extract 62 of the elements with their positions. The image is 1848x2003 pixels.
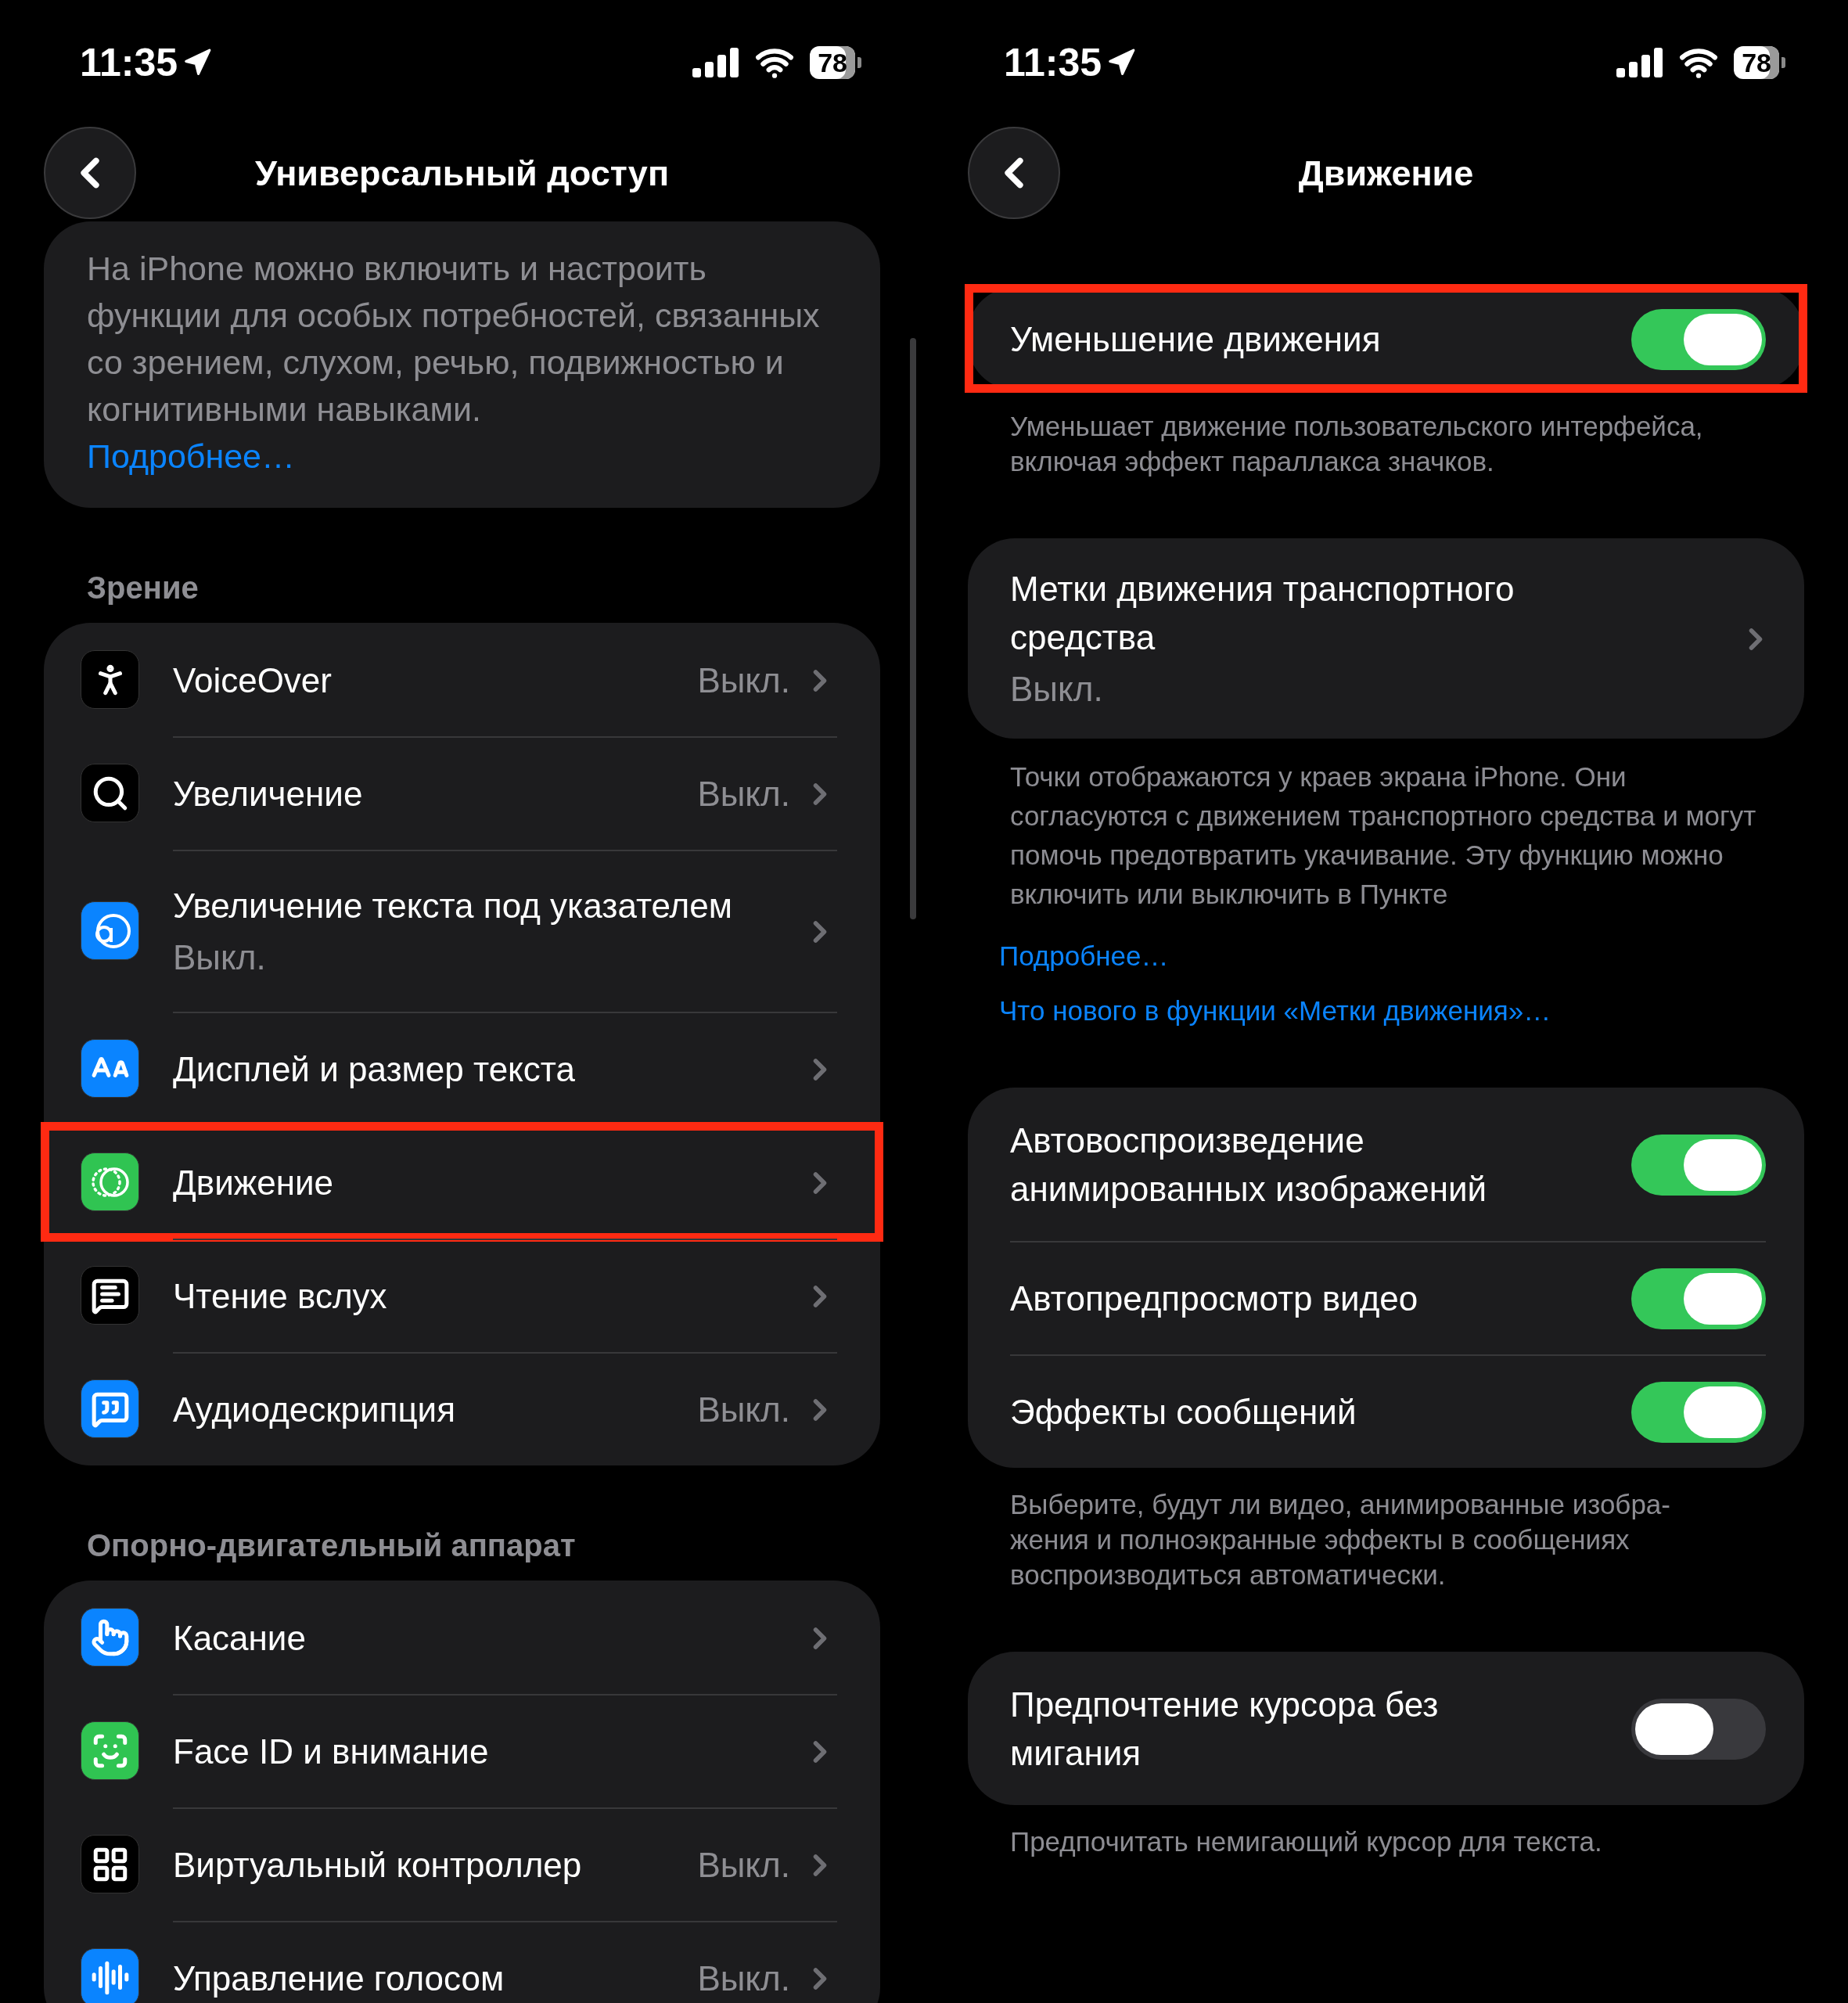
row-label: Предпочтение курсора без мигания bbox=[1010, 1685, 1440, 1774]
footer-note: Предпочитать немигающий курсор для текста. bbox=[1009, 1825, 1603, 1858]
settings-row[interactable]: Увеличение текста под указателем Выкл. bbox=[44, 850, 880, 1012]
signal-bars-icon bbox=[1616, 48, 1664, 77]
row-label: Face ID и внимание bbox=[173, 1731, 490, 1772]
intro-description: На iPhone можно включить и настроить функции для особых потребностей, связанных со зрением, слухом, речью, подвижностью и когнитивными навыками. bbox=[87, 249, 821, 430]
row-label: Аудиодескрипция bbox=[173, 1389, 457, 1430]
location-arrow-icon bbox=[182, 48, 213, 77]
row-value: Выкл. bbox=[697, 1844, 790, 1886]
battery-indicator: 78 bbox=[1734, 46, 1785, 79]
row-label: Движение bbox=[173, 1162, 334, 1203]
row-label: Увеличение bbox=[173, 773, 364, 815]
row-label: Уменьшение движения bbox=[1010, 318, 1382, 360]
row-label: Чтение вслух bbox=[173, 1275, 388, 1317]
footer-note: Точки отображаются у краев экрана iPhone. Они согласуются с движением транспортного средства и могут помочь предотвратить укачивание. Эту функцию можно включить или выключить в Пункте bbox=[1009, 761, 1757, 911]
row-value: Выкл. bbox=[173, 937, 267, 978]
row-label: Касание bbox=[173, 1617, 307, 1659]
footer-note: Выберите, будут ли видео, анимированные изобра- жения и полноэкранные эффекты в сообщениях воспроизводиться автоматически. bbox=[1009, 1488, 1671, 1591]
row-label: Автовоспроизведение анимированных изображений bbox=[1010, 1120, 1488, 1210]
row-label: VoiceOver bbox=[173, 660, 333, 701]
settings-row[interactable]: Чтение вслух bbox=[44, 1239, 880, 1352]
row-value: Выкл. bbox=[697, 1389, 790, 1430]
battery-indicator: 78 bbox=[810, 46, 861, 79]
footer-note: Уменьшает движение пользовательского интерфейса, включая эффект параллакса значков. bbox=[1009, 410, 1704, 478]
screen-title: Движение bbox=[1298, 153, 1474, 194]
info-link[interactable]: Что нового в функции «Метки движения»… bbox=[999, 994, 1773, 1028]
row-label: Эффекты сообщений bbox=[1010, 1391, 1357, 1433]
settings-row[interactable]: Автовоспроизведение анимированных изображений bbox=[968, 1088, 1804, 1241]
section-header: Зрение bbox=[86, 570, 200, 606]
row-value: Выкл. bbox=[697, 773, 790, 815]
settings-row[interactable]: Уменьшение движения bbox=[968, 287, 1804, 390]
signal-bars-icon bbox=[692, 48, 740, 77]
settings-row[interactable]: Касание bbox=[44, 1580, 880, 1694]
row-label: Виртуальный контроллер bbox=[173, 1844, 583, 1886]
settings-row[interactable]: Автопредпросмотр видео bbox=[968, 1241, 1804, 1354]
row-label: Метки движения транспортного средства bbox=[1010, 569, 1515, 658]
screen-title: Универсальный доступ bbox=[254, 153, 670, 194]
location-arrow-icon bbox=[1106, 48, 1137, 77]
settings-row[interactable]: Эффекты сообщений bbox=[968, 1354, 1804, 1468]
pointing-hand-icon bbox=[90, 1617, 130, 1657]
row-label: Автопредпросмотр видео bbox=[1010, 1278, 1419, 1319]
row-value: Выкл. bbox=[697, 660, 790, 701]
row-label: Дисплей и размер текста bbox=[173, 1048, 576, 1090]
settings-row[interactable]: Увеличение Выкл. bbox=[44, 736, 880, 850]
row-label: Увеличение текста под указателем bbox=[173, 885, 733, 926]
row-value: Выкл. bbox=[1010, 669, 1104, 710]
learn-more-link[interactable]: Подробнее… bbox=[87, 433, 849, 480]
section-header: Опорно-двигательный аппарат bbox=[86, 1528, 577, 1563]
settings-row[interactable]: VoiceOver Выкл. bbox=[44, 623, 880, 736]
status-time: 11:35 bbox=[80, 40, 178, 85]
status-time: 11:35 bbox=[1004, 40, 1102, 85]
settings-row[interactable]: Предпочтение курсора без мигания bbox=[968, 1652, 1804, 1805]
settings-row[interactable]: Аудиодескрипция Выкл. bbox=[44, 1352, 880, 1465]
row-label: Управление голосом bbox=[173, 1958, 505, 1999]
info-link[interactable]: Подробнее… bbox=[999, 939, 1773, 973]
row-value: Выкл. bbox=[697, 1958, 790, 1999]
settings-row[interactable]: Метки движения транспортного средства Выкл. bbox=[968, 538, 1804, 739]
settings-row[interactable]: Управление голосом Выкл. bbox=[44, 1921, 880, 2003]
settings-row[interactable]: Дисплей и размер текста bbox=[44, 1012, 880, 1125]
settings-row[interactable]: Виртуальный контроллер Выкл. bbox=[44, 1807, 880, 1921]
settings-row[interactable]: Движение bbox=[44, 1125, 880, 1239]
settings-row[interactable]: Face ID и внимание bbox=[44, 1694, 880, 1807]
